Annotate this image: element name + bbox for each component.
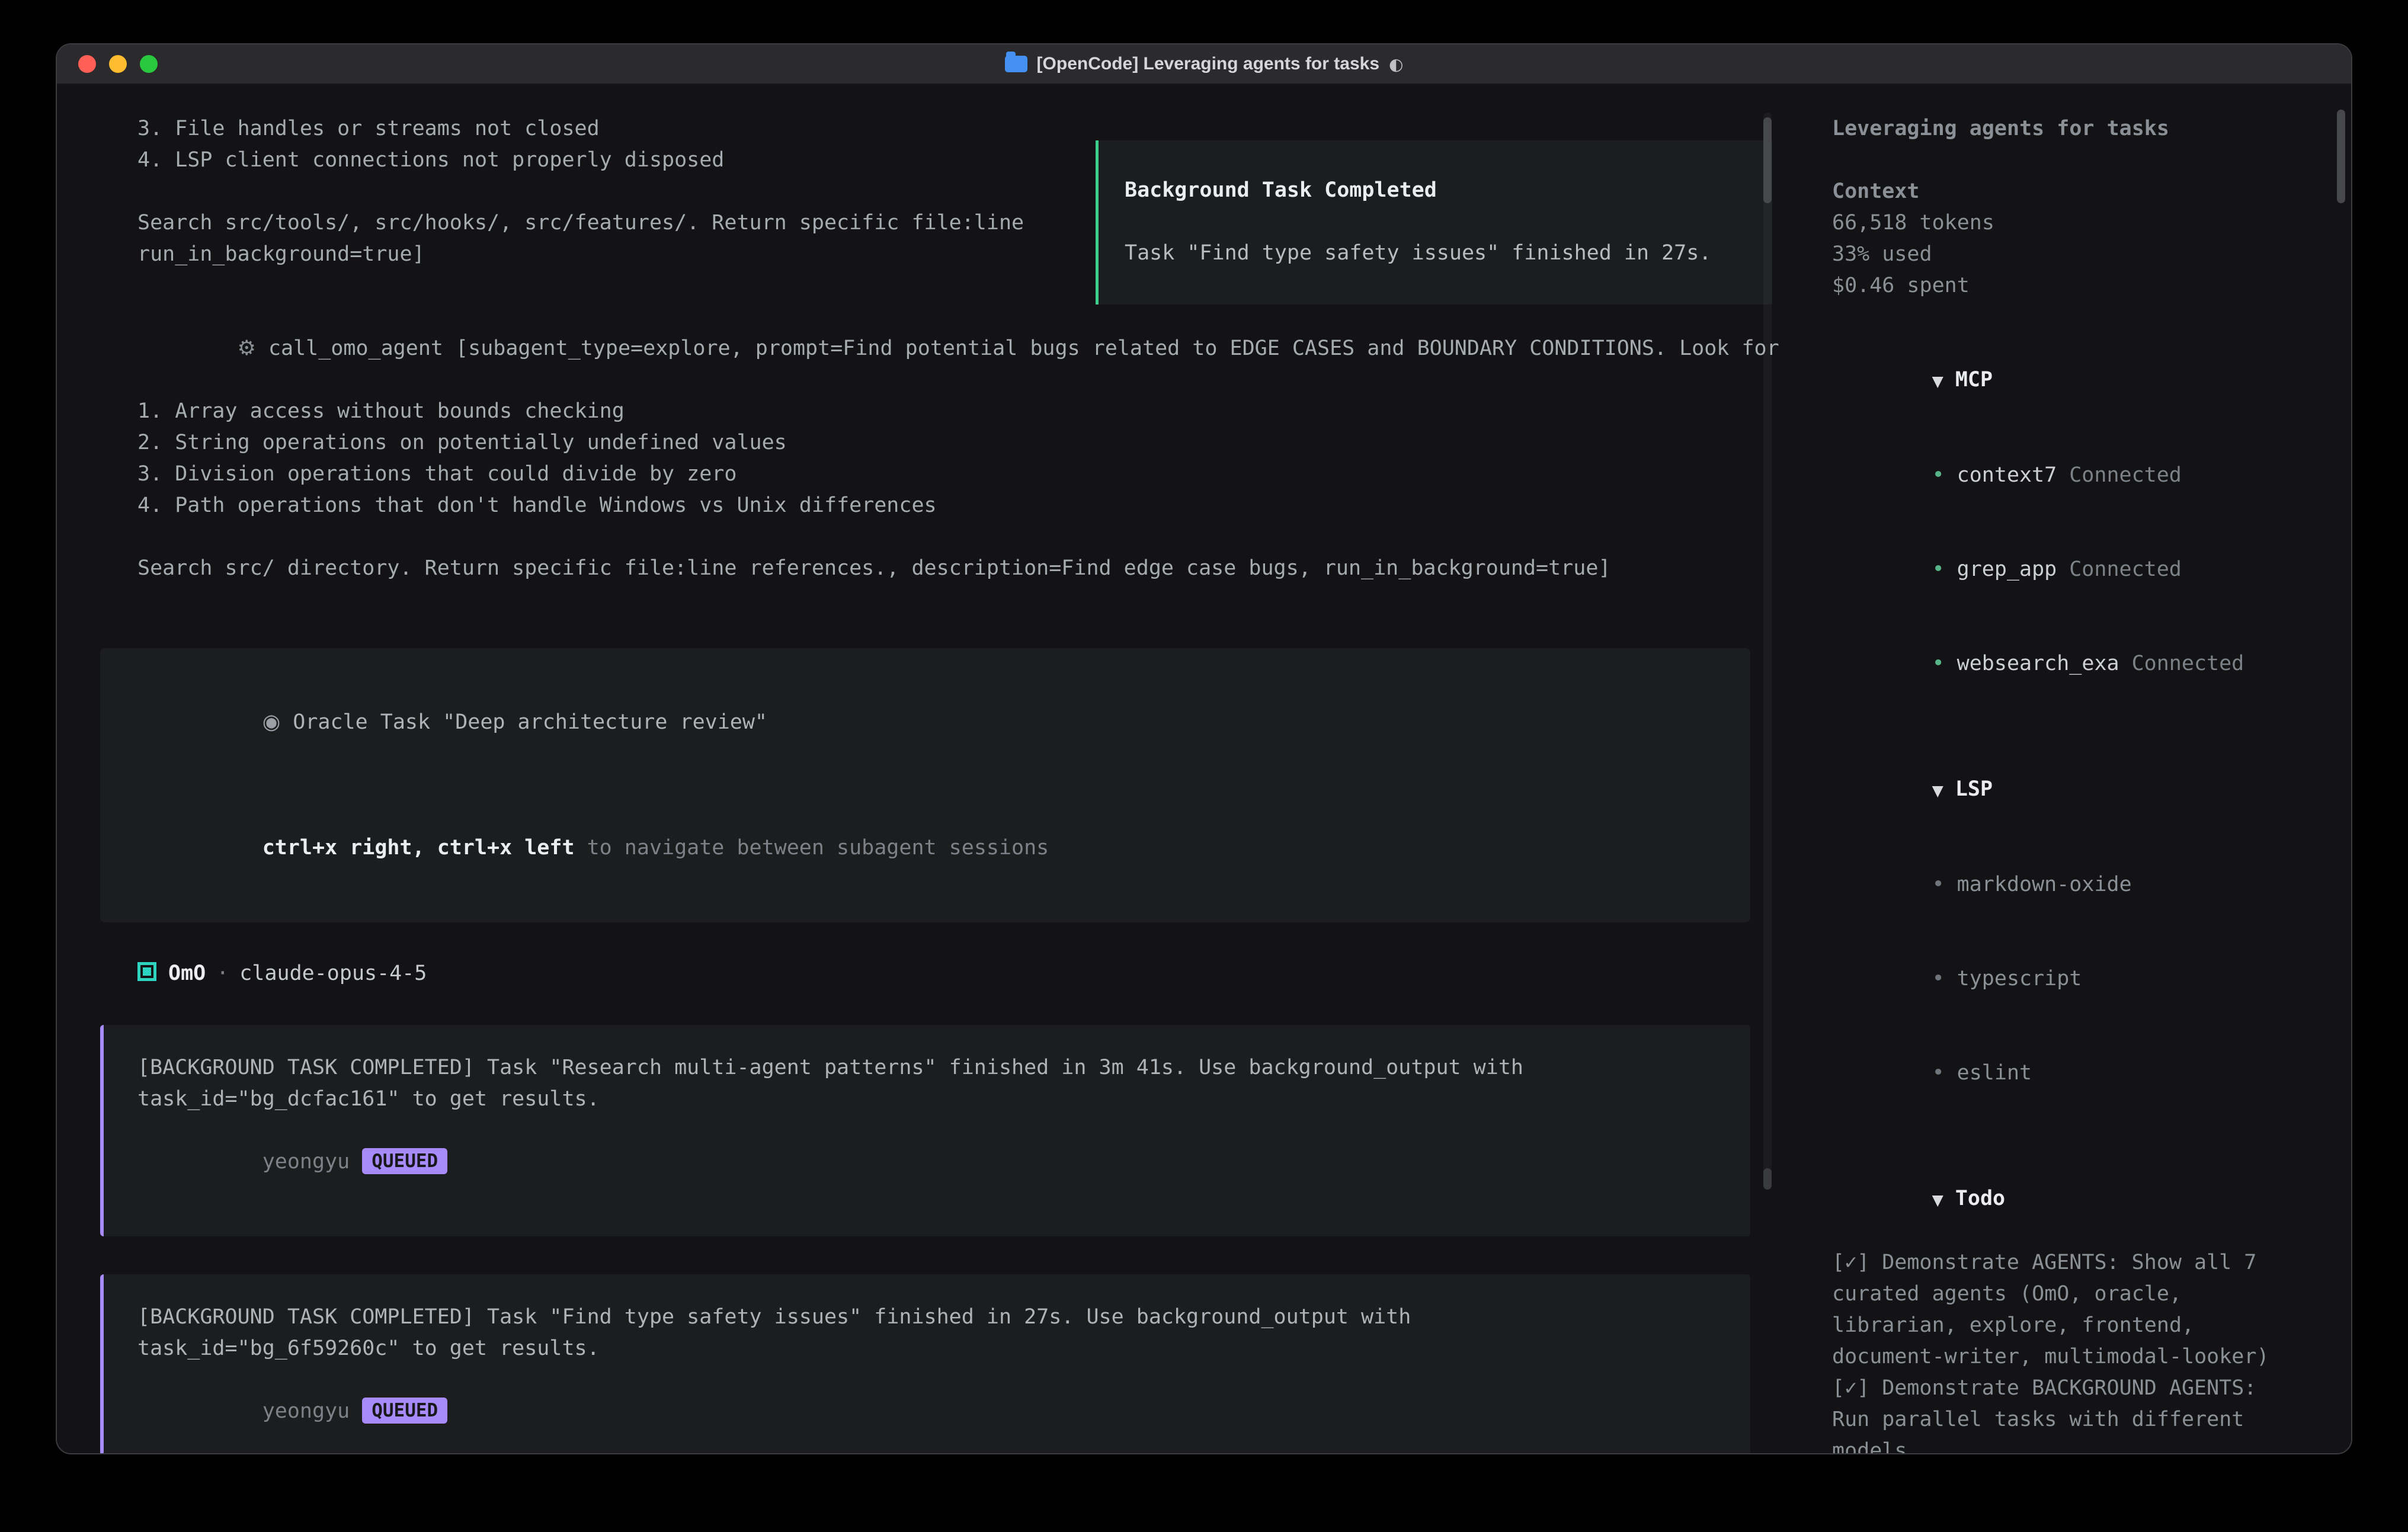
context-tokens: 66,518 tokens — [1832, 207, 2352, 239]
window-title: [OpenCode] Leveraging agents for tasks — [1037, 54, 1379, 74]
main-scrollbar-thumb-bottom[interactable] — [1763, 1168, 1772, 1190]
background-task-message: [BACKGROUND TASK COMPLETED] Task "Find t… — [100, 1274, 1750, 1454]
close-button[interactable] — [78, 55, 96, 73]
mcp-section-heading[interactable]: ▼ MCP — [1832, 333, 2352, 428]
collapse-triangle-icon: ▼ — [1932, 1191, 1943, 1209]
zoom-button[interactable] — [140, 55, 158, 73]
todo-heading-label: Todo — [1955, 1187, 2005, 1210]
window-content: 3. File handles or streams not closed 4.… — [57, 85, 2351, 1454]
background-task-message: [BACKGROUND TASK COMPLETED] Task "Resear… — [100, 1025, 1750, 1236]
todo-item: [✓]Demonstrate BACKGROUND AGENTS: Run pa… — [1832, 1373, 2300, 1454]
terminal-line: 1. Array access without bounds checking — [100, 396, 1750, 427]
terminal-line-blank — [100, 521, 1750, 553]
app-window: [OpenCode] Leveraging agents for tasks ◐… — [56, 43, 2352, 1454]
lsp-server-name: markdown-oxide — [1957, 873, 2132, 896]
lsp-heading-label: LSP — [1955, 777, 1993, 801]
status-bullet-icon: • — [1932, 463, 1945, 487]
todo-section-heading[interactable]: ▼ Todo — [1832, 1152, 2352, 1247]
fisheye-icon: ◉ — [262, 710, 281, 734]
toast-title: Background Task Completed — [1125, 175, 1746, 206]
mcp-server-name: grep_app — [1957, 557, 2057, 581]
status-badge: QUEUED — [362, 1398, 447, 1424]
terminal-line: Search src/ directory. Return specific f… — [100, 553, 1750, 584]
background-task-toast: Background Task Completed Task "Find typ… — [1096, 140, 1772, 305]
bullet-icon: • — [1932, 1061, 1945, 1085]
status-badge: QUEUED — [362, 1148, 447, 1174]
main-scrollbar[interactable] — [1763, 113, 1772, 1190]
minimize-button[interactable] — [109, 55, 127, 73]
context-used: 33% used — [1832, 239, 2352, 270]
session-title: Leveraging agents for tasks — [1832, 113, 2352, 145]
lsp-server-name: eslint — [1957, 1061, 2032, 1085]
lsp-section-heading[interactable]: ▼ LSP — [1832, 742, 2352, 838]
main-scrollbar-thumb[interactable] — [1763, 117, 1772, 203]
sidebar: Leveraging agents for tasks Context 66,5… — [1807, 85, 2352, 1454]
sidebar-gap — [1832, 711, 2352, 742]
sidebar-gap — [1832, 1120, 2352, 1152]
mcp-item: • websearch_exa Connected — [1832, 617, 2352, 711]
mcp-server-status: Connected — [2132, 652, 2244, 675]
message-text-line: [BACKGROUND TASK COMPLETED] Task "Resear… — [137, 1052, 1713, 1084]
terminal-line: 3. Division operations that could divide… — [100, 459, 1750, 490]
collapse-triangle-icon: ▼ — [1932, 782, 1943, 799]
agent-square-icon — [137, 962, 156, 981]
lsp-item: • markdown-oxide — [1832, 838, 2352, 932]
message-meta-row: yeongyu QUEUED — [137, 1364, 1713, 1454]
agent-model: claude-opus-4-5 — [239, 961, 427, 985]
window-titlebar[interactable]: [OpenCode] Leveraging agents for tasks ◐ — [57, 44, 2351, 85]
moon-icon: ◐ — [1389, 55, 1403, 74]
mcp-item: • grep_app Connected — [1832, 523, 2352, 617]
lsp-item: • eslint — [1832, 1026, 2352, 1120]
message-text-line: task_id="bg_6f59260c" to get results. — [137, 1333, 1713, 1364]
mcp-item: • context7 Connected — [1832, 428, 2352, 523]
tool-call-line: ⚙call_omo_agent [subagent_type=explore, … — [100, 302, 1750, 396]
terminal-pane: 3. File handles or streams not closed 4.… — [57, 85, 1807, 1454]
bullet-icon: • — [1932, 967, 1945, 991]
todo-text: Demonstrate BACKGROUND AGENTS: Run paral… — [1832, 1376, 2256, 1454]
mcp-server-status: Connected — [2069, 463, 2182, 487]
message-author: yeongyu — [262, 1399, 350, 1423]
agent-name: OmO — [168, 961, 206, 985]
sidebar-gap — [1832, 302, 2352, 333]
sidebar-scrollbar-thumb[interactable] — [2337, 110, 2345, 203]
sidebar-gap — [1832, 145, 2352, 176]
todo-item: [✓]Demonstrate AGENTS: Show all 7 curate… — [1832, 1247, 2300, 1373]
context-heading: Context — [1832, 176, 2352, 207]
bullet-icon: • — [1932, 873, 1945, 896]
mcp-server-status: Connected — [2069, 557, 2182, 581]
gear-icon: ⚙ — [238, 336, 256, 360]
oracle-hint-text: to navigate between subagent sessions — [575, 836, 1049, 860]
tool-call-text: call_omo_agent [subagent_type=explore, p… — [268, 336, 1779, 360]
oracle-hint-row: ctrl+x right, ctrl+x left to navigate be… — [137, 801, 1713, 895]
lsp-item: • typescript — [1832, 932, 2352, 1026]
window-title-group: [OpenCode] Leveraging agents for tasks ◐ — [1005, 54, 1404, 74]
message-meta-row: yeongyu QUEUED — [137, 1115, 1713, 1209]
oracle-task-title: Oracle Task "Deep architecture review" — [293, 710, 767, 734]
todo-checkbox: [✓] — [1832, 1251, 1869, 1274]
todo-checkbox: [✓] — [1832, 1376, 1869, 1400]
mcp-heading-label: MCP — [1955, 368, 1993, 392]
context-spent: $0.46 spent — [1832, 270, 2352, 302]
mcp-server-name: websearch_exa — [1957, 652, 2119, 675]
agent-header: OmO · claude-opus-4-5 — [100, 958, 1750, 989]
message-text-line: task_id="bg_dcfac161" to get results. — [137, 1084, 1713, 1115]
collapse-triangle-icon: ▼ — [1932, 373, 1943, 390]
separator-dot: · — [216, 961, 229, 985]
mcp-server-name: context7 — [1957, 463, 2057, 487]
status-bullet-icon: • — [1932, 557, 1945, 581]
oracle-blank-row — [137, 770, 1713, 801]
oracle-task-panel: ◉Oracle Task "Deep architecture review" … — [100, 648, 1750, 922]
toast-body: Task "Find type safety issues" finished … — [1125, 238, 1746, 269]
terminal-line: 2. String operations on potentially unde… — [100, 427, 1750, 459]
message-author: yeongyu — [262, 1150, 350, 1174]
traffic-lights — [78, 55, 158, 73]
lsp-server-name: typescript — [1957, 967, 2082, 991]
todo-text: Demonstrate AGENTS: Show all 7 curated a… — [1832, 1251, 2269, 1368]
oracle-task-title-row: ◉ Oracle Task "Deep architecture review" — [137, 675, 1713, 770]
status-bullet-icon: • — [1932, 652, 1945, 675]
oracle-hint-keys: ctrl+x right, ctrl+x left — [262, 836, 575, 860]
message-text-line: [BACKGROUND TASK COMPLETED] Task "Find t… — [137, 1302, 1713, 1333]
terminal-line: 4. Path operations that don't handle Win… — [100, 490, 1750, 521]
app-folder-icon — [1005, 56, 1027, 72]
